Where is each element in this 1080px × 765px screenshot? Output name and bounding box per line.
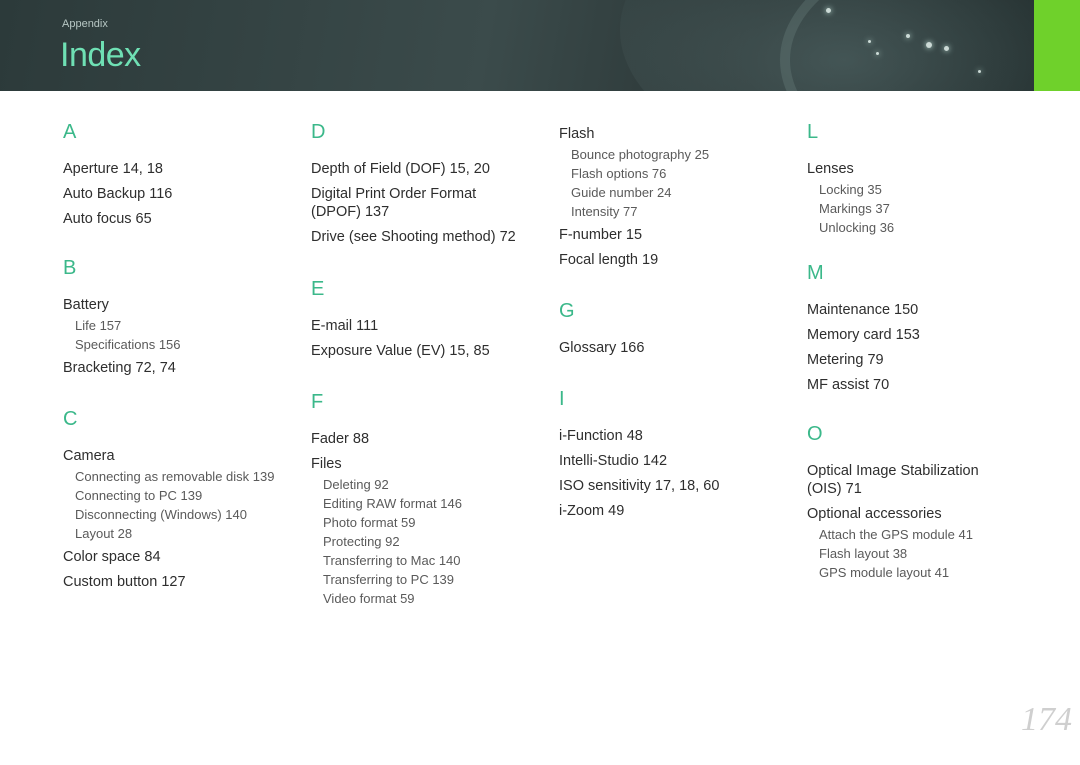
index-column-2: D Depth of Field (DOF) 15, 20 Digital Pr… [311, 120, 546, 613]
index-entry[interactable]: F-number 15 [559, 226, 794, 244]
index-entry[interactable]: Battery [63, 296, 298, 314]
index-subentry[interactable]: Markings 37 [819, 199, 1042, 218]
index-entry[interactable]: i-Function 48 [559, 427, 794, 445]
sparkle-dot [876, 52, 879, 55]
index-entry[interactable]: Focal length 19 [559, 251, 794, 269]
index-subentry[interactable]: Protecting 92 [323, 532, 546, 551]
breadcrumb[interactable]: Appendix [62, 18, 108, 30]
index-letter-i: I [559, 388, 565, 410]
index-subentry[interactable]: Layout 28 [75, 524, 298, 543]
index-subentry[interactable]: Transferring to Mac 140 [323, 551, 546, 570]
index-subentry[interactable]: Locking 35 [819, 180, 1042, 199]
index-subentry[interactable]: Guide number 24 [571, 183, 794, 202]
index-entry[interactable]: Bracketing 72, 74 [63, 359, 298, 377]
index-entry[interactable]: Digital Print Order Format [311, 185, 546, 203]
header-banner: Appendix Index [0, 0, 1080, 91]
index-entry[interactable]: Aperture 14, 18 [63, 160, 298, 178]
index-entry[interactable]: Depth of Field (DOF) 15, 20 [311, 160, 546, 178]
index-letter-a: A [63, 121, 77, 143]
sparkle-dot [978, 70, 981, 73]
index-entry[interactable]: MF assist 70 [807, 376, 1042, 394]
sparkle-dot [944, 46, 949, 51]
page-title: Index [60, 36, 141, 74]
index-entry[interactable]: Lenses [807, 160, 1042, 178]
sparkle-dot [826, 8, 831, 13]
index-entry[interactable]: Drive (see Shooting method) 72 [311, 228, 546, 246]
index-entry[interactable]: i-Zoom 49 [559, 502, 794, 520]
index-entry[interactable]: Metering 79 [807, 351, 1042, 369]
index-subentry[interactable]: Transferring to PC 139 [323, 570, 546, 589]
index-entry[interactable]: Custom button 127 [63, 573, 298, 591]
index-entry[interactable]: (DPOF) 137 [311, 203, 546, 221]
index-subentry[interactable]: Disconnecting (Windows) 140 [75, 505, 298, 524]
index-entry[interactable]: Optical Image Stabilization [807, 462, 1042, 480]
index-subentry[interactable]: Attach the GPS module 41 [819, 525, 1042, 544]
index-letter-o: O [807, 423, 823, 445]
index-entry[interactable]: Exposure Value (EV) 15, 85 [311, 342, 546, 360]
index-subentry[interactable]: Flash options 76 [571, 164, 794, 183]
index-entry[interactable]: Maintenance 150 [807, 301, 1042, 319]
index-column-1: A Aperture 14, 18 Auto Backup 116 Auto f… [63, 120, 298, 598]
index-entry[interactable]: (OIS) 71 [807, 480, 1042, 498]
index-column-3: Flash Bounce photography 25 Flash option… [559, 125, 794, 527]
index-entry[interactable]: Files [311, 455, 546, 473]
index-subentry[interactable]: Bounce photography 25 [571, 145, 794, 164]
index-subentry[interactable]: Unlocking 36 [819, 218, 1042, 237]
section-tab[interactable] [1034, 0, 1080, 91]
index-subentry[interactable]: Editing RAW format 146 [323, 494, 546, 513]
index-entry[interactable]: Auto Backup 116 [63, 185, 298, 203]
index-letter-f: F [311, 391, 324, 413]
index-letter-m: M [807, 262, 824, 284]
index-entry[interactable]: ISO sensitivity 17, 18, 60 [559, 477, 794, 495]
sparkle-dot [906, 34, 910, 38]
index-letter-g: G [559, 300, 575, 322]
index-subentry[interactable]: Specifications 156 [75, 335, 298, 354]
index-letter-b: B [63, 257, 77, 279]
sparkle-dot [926, 42, 932, 48]
index-letter-l: L [807, 121, 819, 143]
index-subentry[interactable]: Deleting 92 [323, 475, 546, 494]
index-entry[interactable]: E-mail 111 [311, 317, 546, 335]
index-subentry[interactable]: Connecting to PC 139 [75, 486, 298, 505]
index-subentry[interactable]: Video format 59 [323, 589, 546, 608]
sparkle-dot [868, 40, 871, 43]
index-entry[interactable]: Intelli-Studio 142 [559, 452, 794, 470]
index-entry[interactable]: Flash [559, 125, 794, 143]
index-subentry[interactable]: Photo format 59 [323, 513, 546, 532]
index-subentry[interactable]: Connecting as removable disk 139 [75, 467, 298, 486]
index-entry[interactable]: Camera [63, 447, 298, 465]
index-subentry[interactable]: Flash layout 38 [819, 544, 1042, 563]
index-subentry[interactable]: Life 157 [75, 316, 298, 335]
page-number: 174 [1021, 701, 1072, 738]
index-column-4: L Lenses Locking 35 Markings 37 Unlockin… [807, 120, 1042, 587]
index-entry[interactable]: Fader 88 [311, 430, 546, 448]
index-entry[interactable]: Auto focus 65 [63, 210, 298, 228]
index-entry[interactable]: Glossary 166 [559, 339, 794, 357]
index-entry[interactable]: Color space 84 [63, 548, 298, 566]
index-letter-c: C [63, 408, 78, 430]
index-entry[interactable]: Optional accessories [807, 505, 1042, 523]
index-subentry[interactable]: GPS module layout 41 [819, 563, 1042, 582]
index-subentry[interactable]: Intensity 77 [571, 202, 794, 221]
index-entry[interactable]: Memory card 153 [807, 326, 1042, 344]
index-letter-d: D [311, 121, 326, 143]
index-letter-e: E [311, 278, 325, 300]
